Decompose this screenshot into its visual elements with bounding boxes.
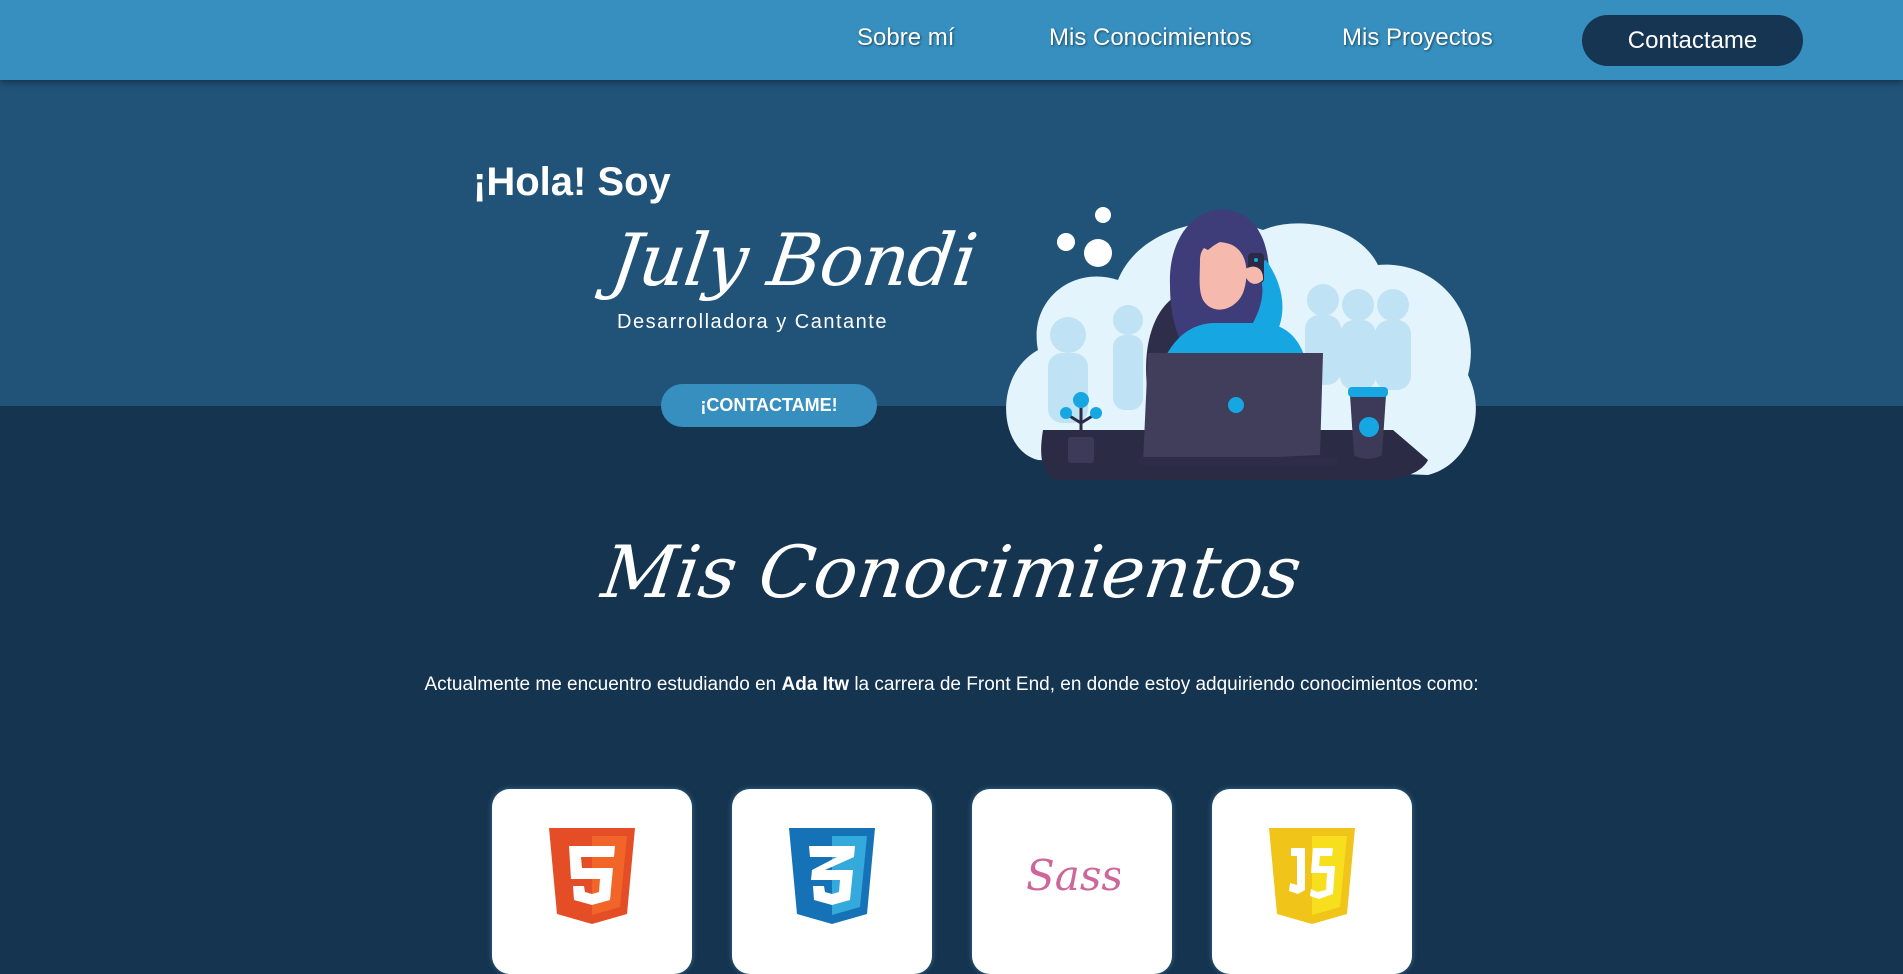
knowledge-title: Mis Conocimientos bbox=[0, 530, 1903, 614]
skill-card-css bbox=[732, 789, 932, 974]
developer-illustration bbox=[1006, 207, 1476, 480]
nav-contact-button[interactable]: Contactame bbox=[1582, 15, 1803, 66]
hero-name: July Bondi bbox=[606, 218, 982, 302]
nav-link-mis-proyectos[interactable]: Mis Proyectos bbox=[1342, 24, 1493, 52]
hero-greeting: ¡Hola! Soy bbox=[473, 160, 671, 204]
intro-school-name: Ada Itw bbox=[781, 674, 850, 695]
nav-link-sobre-mi[interactable]: Sobre mí bbox=[857, 24, 954, 52]
sass-logo-text: Sass bbox=[1026, 851, 1120, 900]
knowledge-intro: Actualmente me encuentro estudiando en A… bbox=[0, 674, 1903, 696]
css3-icon bbox=[789, 828, 875, 924]
skill-card-javascript bbox=[1212, 789, 1412, 974]
knowledge-title-text: Mis Conocimientos bbox=[596, 530, 1307, 614]
javascript-icon bbox=[1269, 828, 1355, 924]
skill-card-sass: Sass bbox=[972, 789, 1172, 974]
nav-link-mis-conocimientos[interactable]: Mis Conocimientos bbox=[1049, 24, 1252, 52]
navbar: Sobre mí Mis Conocimientos Mis Proyectos… bbox=[0, 0, 1903, 80]
html5-icon bbox=[549, 828, 635, 924]
skill-card-html bbox=[492, 789, 692, 974]
intro-text-end: la carrera de Front End, en donde estoy … bbox=[849, 674, 1479, 695]
sass-icon: Sass bbox=[1026, 851, 1120, 900]
hero-role: Desarrolladora y Cantante bbox=[617, 311, 888, 333]
hero-contact-button[interactable]: ¡CONTACTAME! bbox=[661, 384, 877, 427]
intro-text-start: Actualmente me encuentro estudiando en bbox=[424, 674, 782, 695]
